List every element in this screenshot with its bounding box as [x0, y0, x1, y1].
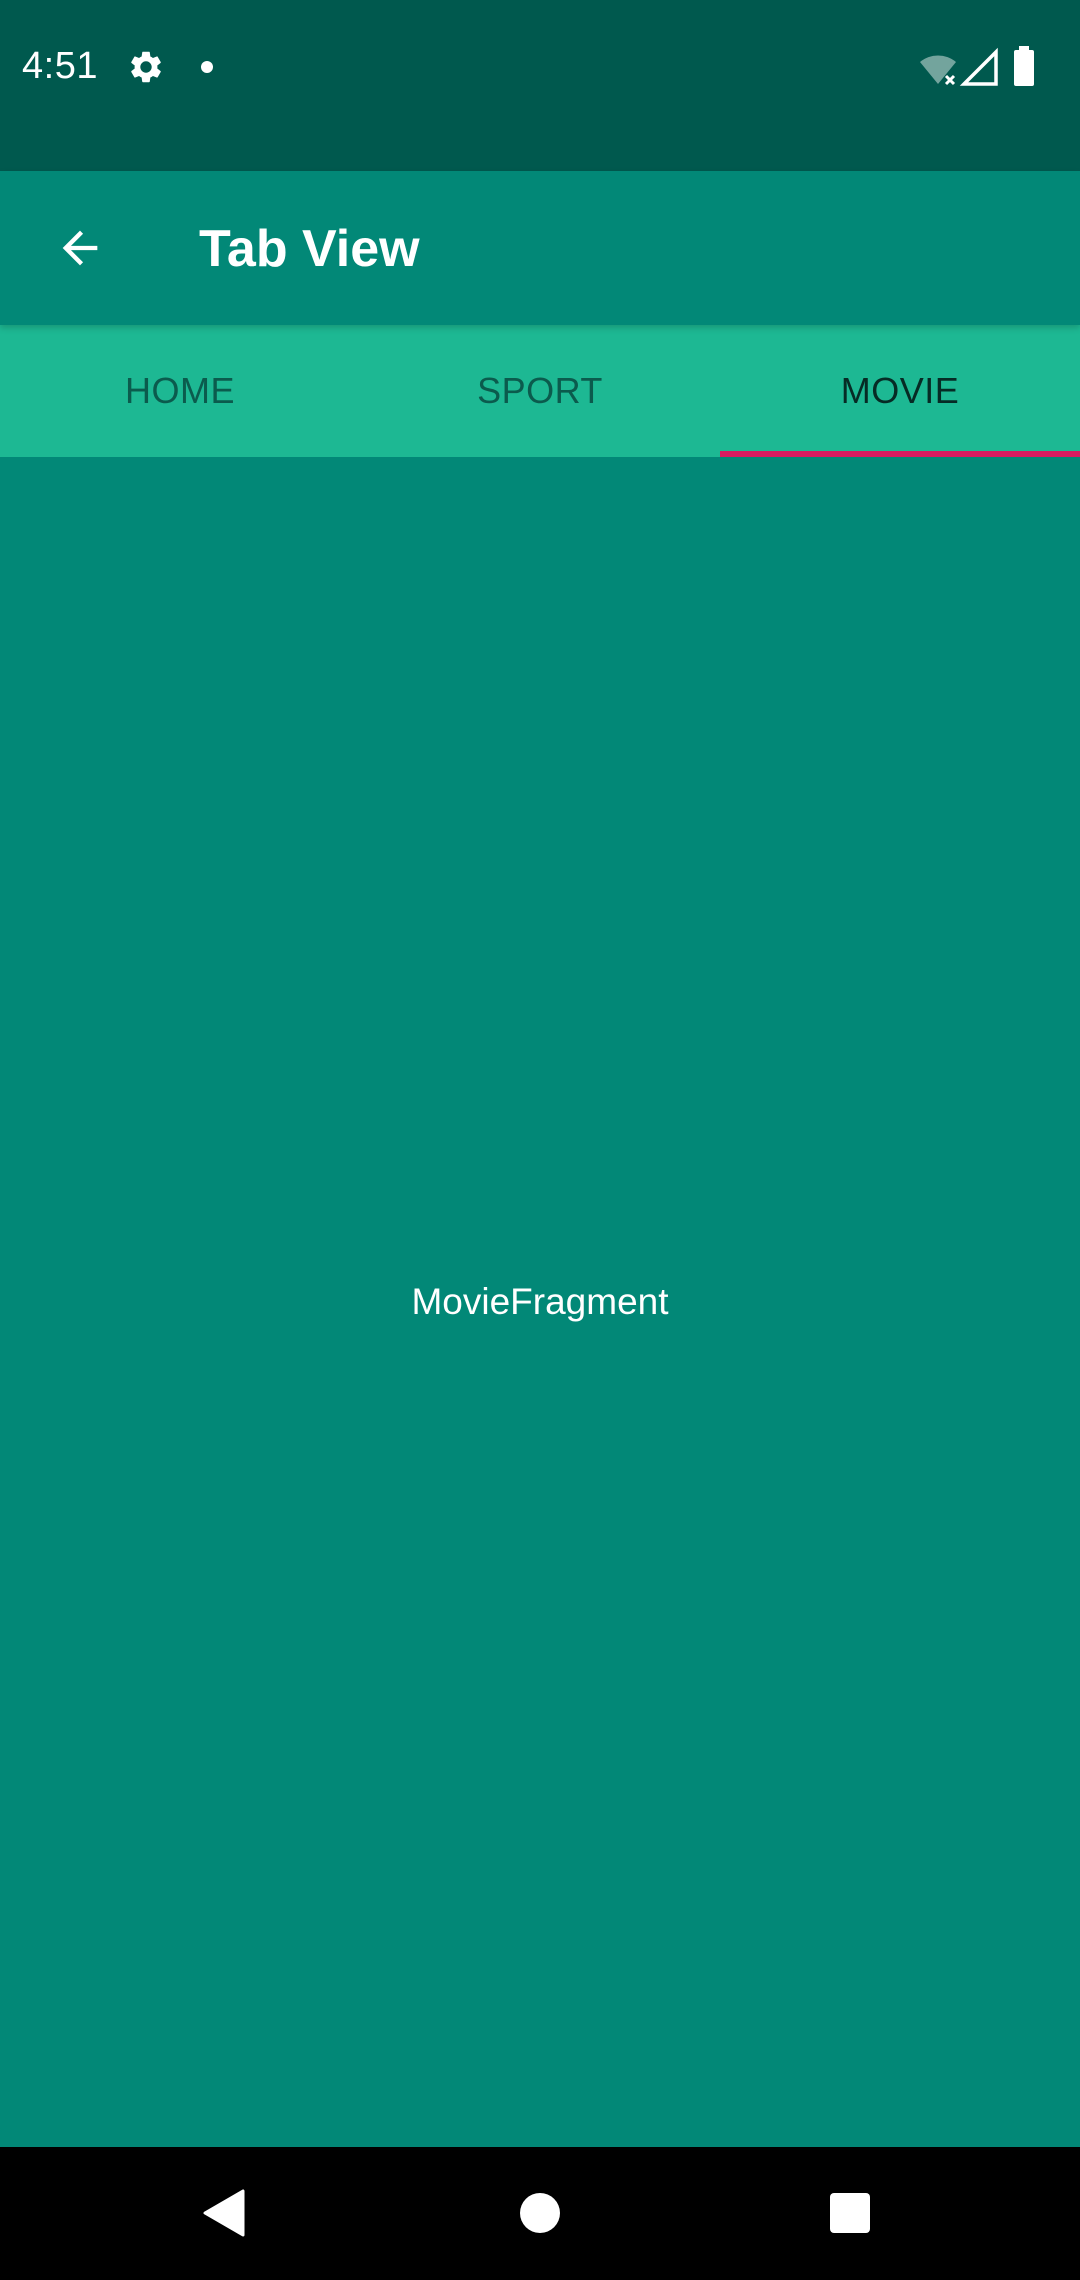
gear-icon	[131, 51, 161, 83]
home-circle-icon	[520, 2193, 560, 2233]
status-icons	[920, 46, 1034, 86]
system-nav-bar	[0, 2147, 1080, 2280]
status-bar: 4:51	[0, 0, 1080, 171]
tab-movie[interactable]: MOVIE	[720, 325, 1080, 457]
status-time: 4:51	[22, 45, 98, 87]
page-title: Tab View	[199, 220, 420, 278]
tab-home[interactable]: HOME	[0, 325, 360, 457]
back-button[interactable]	[36, 204, 124, 292]
arrow-back-icon	[62, 230, 98, 266]
battery-icon	[1014, 46, 1034, 86]
tab-label: HOME	[125, 370, 235, 411]
tab-label: SPORT	[477, 370, 603, 411]
fragment-content: MovieFragment	[0, 457, 1080, 2147]
app-bar: Tab View	[0, 171, 1080, 325]
tab-label: MOVIE	[840, 370, 960, 411]
tab-bar: HOME SPORT MOVIE	[0, 325, 1080, 457]
notification-dot-icon	[201, 61, 213, 73]
back-triangle-icon	[203, 2189, 245, 2237]
nav-recents-button[interactable]	[800, 2163, 900, 2263]
recents-square-icon	[830, 2193, 870, 2233]
signal-icon	[959, 47, 998, 86]
nav-home-button[interactable]	[490, 2163, 590, 2263]
tab-sport[interactable]: SPORT	[360, 325, 720, 457]
fragment-label: MovieFragment	[411, 1281, 669, 1322]
nav-back-button[interactable]	[175, 2163, 275, 2263]
wifi-off-icon	[920, 55, 956, 86]
